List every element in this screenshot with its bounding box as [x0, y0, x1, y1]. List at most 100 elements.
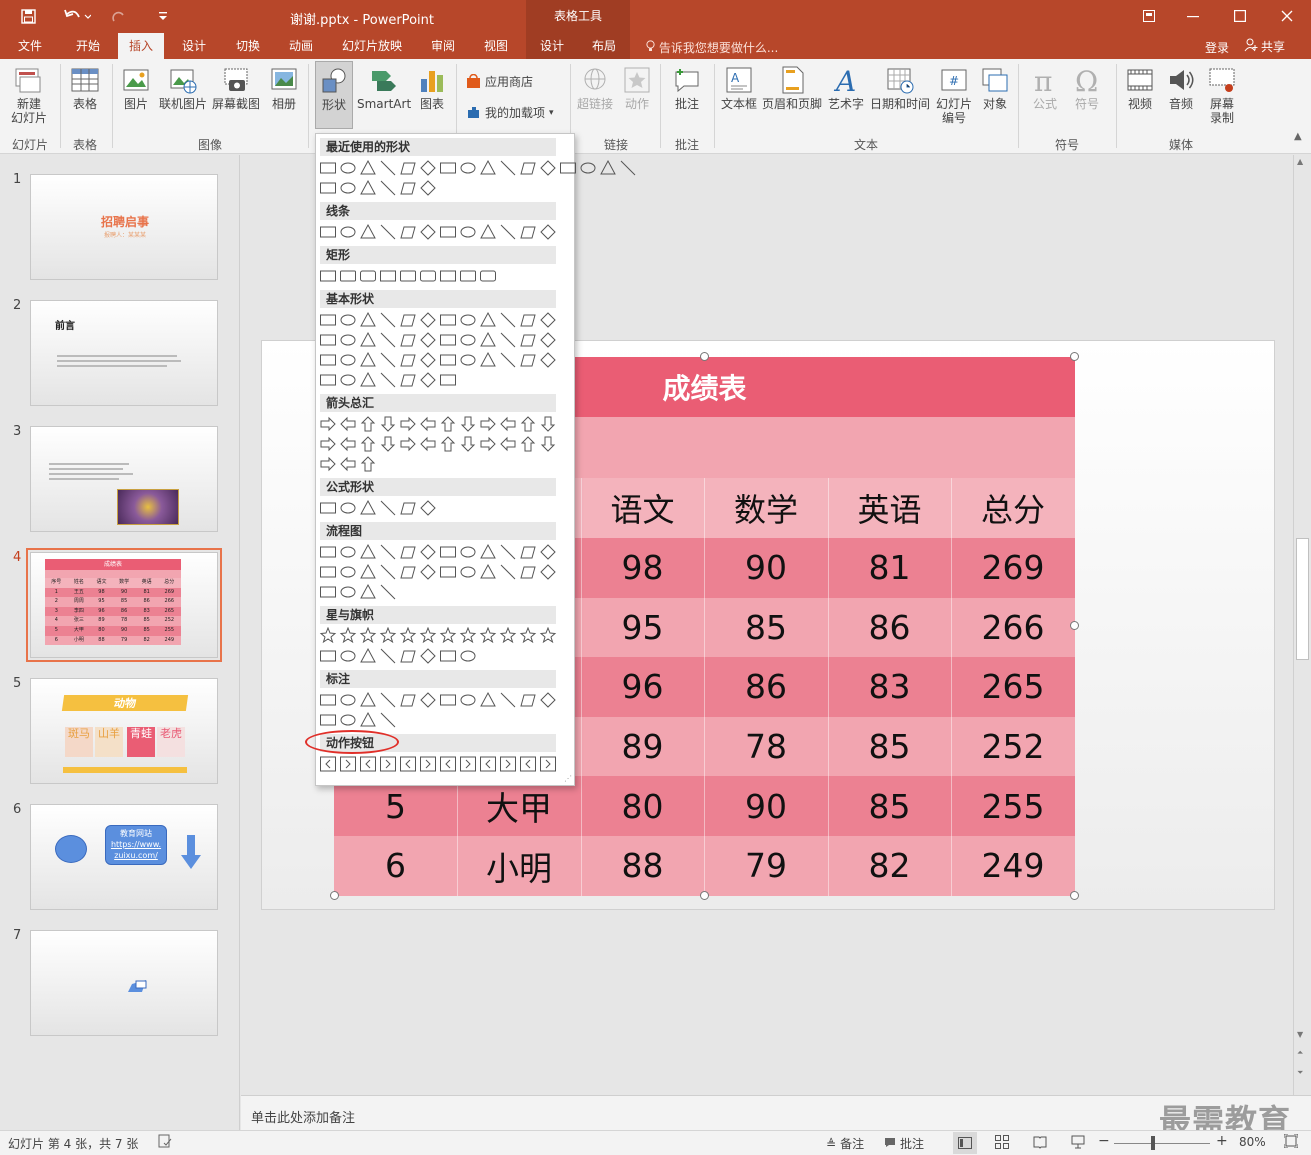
shape-option-icon[interactable] — [439, 311, 457, 329]
table-cell[interactable]: 89 — [581, 717, 704, 777]
shape-option-icon[interactable] — [379, 311, 397, 329]
slide-thumbnail-2[interactable]: 前言 — [30, 300, 218, 406]
shape-option-icon[interactable] — [339, 647, 357, 665]
tab-slideshow[interactable]: 幻灯片放映 — [333, 33, 411, 59]
shape-option-icon[interactable] — [359, 691, 377, 709]
notes-toggle[interactable]: ≜ 备注 — [826, 1135, 864, 1152]
shape-option-icon[interactable] — [459, 351, 477, 369]
notes-placeholder[interactable]: 单击此处添加备注 — [251, 1107, 355, 1126]
scroll-down-icon[interactable]: ▼ — [1297, 1030, 1303, 1039]
table-cell[interactable]: 82 — [828, 836, 951, 896]
header-footer-button[interactable]: 页眉和页脚 — [761, 65, 823, 111]
shape-option-icon[interactable] — [419, 691, 437, 709]
shape-option-icon[interactable] — [539, 331, 557, 349]
shape-option-icon[interactable] — [379, 691, 397, 709]
tab-layout[interactable]: 布局 — [582, 33, 626, 59]
hyperlink-button[interactable]: 超链接 — [574, 65, 616, 111]
shapes-button[interactable]: 形状 — [315, 61, 353, 129]
shape-option-icon[interactable] — [519, 627, 537, 645]
shape-option-icon[interactable] — [339, 583, 357, 601]
shape-option-icon[interactable] — [359, 371, 377, 389]
shape-option-icon[interactable] — [339, 711, 357, 729]
shape-option-icon[interactable] — [539, 223, 557, 241]
table-cell[interactable]: 小明 — [457, 836, 581, 896]
shape-option-icon[interactable] — [399, 267, 417, 285]
shape-option-icon[interactable] — [359, 499, 377, 517]
table-cell[interactable]: 80 — [581, 776, 704, 836]
shape-option-icon[interactable] — [319, 179, 337, 197]
new-slide-button[interactable]: 新建 幻灯片 — [6, 65, 52, 125]
shape-option-icon[interactable] — [339, 311, 357, 329]
table-cell[interactable]: 81 — [828, 538, 951, 598]
shape-option-icon[interactable] — [479, 351, 497, 369]
table-cell[interactable]: 86 — [828, 598, 951, 658]
tab-animations[interactable]: 动画 — [279, 33, 323, 59]
slide-thumbnail-6[interactable]: 教育网站 https://www.zuixu.com/ — [30, 804, 218, 910]
resize-handle[interactable] — [1070, 891, 1079, 900]
shape-option-icon[interactable] — [359, 311, 377, 329]
shape-option-icon[interactable] — [319, 267, 337, 285]
zoom-in-icon[interactable]: + — [1216, 1133, 1228, 1149]
shape-option-icon[interactable] — [519, 159, 537, 177]
shape-option-icon[interactable] — [319, 435, 337, 453]
shape-option-icon[interactable] — [419, 311, 437, 329]
shape-option-icon[interactable] — [339, 371, 357, 389]
zoom-out-icon[interactable]: − — [1098, 1133, 1110, 1149]
shape-option-icon[interactable] — [539, 415, 557, 433]
shape-option-icon[interactable] — [339, 755, 357, 773]
shape-option-icon[interactable] — [479, 267, 497, 285]
smartart-button[interactable]: SmartArt — [357, 65, 411, 111]
table-cell[interactable]: 83 — [828, 657, 951, 717]
shape-option-icon[interactable] — [439, 159, 457, 177]
shape-option-icon[interactable] — [379, 499, 397, 517]
shape-option-icon[interactable] — [319, 371, 337, 389]
shape-option-icon[interactable] — [339, 331, 357, 349]
shape-option-icon[interactable] — [319, 499, 337, 517]
shape-option-icon[interactable] — [359, 647, 377, 665]
shape-option-icon[interactable] — [439, 351, 457, 369]
shape-option-icon[interactable] — [499, 351, 517, 369]
shape-option-icon[interactable] — [339, 159, 357, 177]
spellcheck-icon[interactable] — [158, 1134, 172, 1151]
previous-slide-icon[interactable]: ⏶ — [1297, 1048, 1303, 1058]
shape-option-icon[interactable] — [399, 159, 417, 177]
shape-option-icon[interactable] — [339, 563, 357, 581]
share-button[interactable]: 共享 — [1244, 36, 1300, 56]
tab-design[interactable]: 设计 — [172, 33, 216, 59]
shape-option-icon[interactable] — [359, 543, 377, 561]
shape-option-icon[interactable] — [359, 627, 377, 645]
shape-option-icon[interactable] — [539, 311, 557, 329]
shape-option-icon[interactable] — [539, 351, 557, 369]
shape-option-icon[interactable] — [479, 563, 497, 581]
shape-option-icon[interactable] — [459, 223, 477, 241]
shape-option-icon[interactable] — [479, 159, 497, 177]
table-cell[interactable]: 269 — [951, 538, 1075, 598]
shape-option-icon[interactable] — [379, 415, 397, 433]
shape-option-icon[interactable] — [379, 223, 397, 241]
shape-option-icon[interactable] — [519, 351, 537, 369]
shape-option-icon[interactable] — [479, 331, 497, 349]
shape-option-icon[interactable] — [379, 371, 397, 389]
shape-option-icon[interactable] — [459, 267, 477, 285]
shape-option-icon[interactable] — [419, 755, 437, 773]
slide-number-button[interactable]: # 幻灯片 编号 — [934, 65, 974, 125]
shape-option-icon[interactable] — [399, 435, 417, 453]
tab-transitions[interactable]: 切换 — [226, 33, 270, 59]
table-cell[interactable]: 85 — [828, 776, 951, 836]
shape-option-icon[interactable] — [559, 159, 577, 177]
shape-option-icon[interactable] — [399, 351, 417, 369]
collapse-ribbon-icon[interactable]: ▲ — [1294, 131, 1302, 142]
shape-option-icon[interactable] — [419, 415, 437, 433]
shape-option-icon[interactable] — [319, 311, 337, 329]
shape-option-icon[interactable] — [379, 159, 397, 177]
shape-option-icon[interactable] — [439, 331, 457, 349]
shape-option-icon[interactable] — [519, 331, 537, 349]
shape-option-icon[interactable] — [579, 159, 597, 177]
slideshow-icon[interactable] — [1071, 1135, 1085, 1152]
shape-option-icon[interactable] — [459, 159, 477, 177]
table-cell[interactable]: 86 — [704, 657, 828, 717]
notes-pane[interactable]: 单击此处添加备注 最需教育 — [241, 1095, 1311, 1140]
shape-option-icon[interactable] — [419, 159, 437, 177]
shape-option-icon[interactable] — [339, 627, 357, 645]
shape-option-icon[interactable] — [479, 691, 497, 709]
